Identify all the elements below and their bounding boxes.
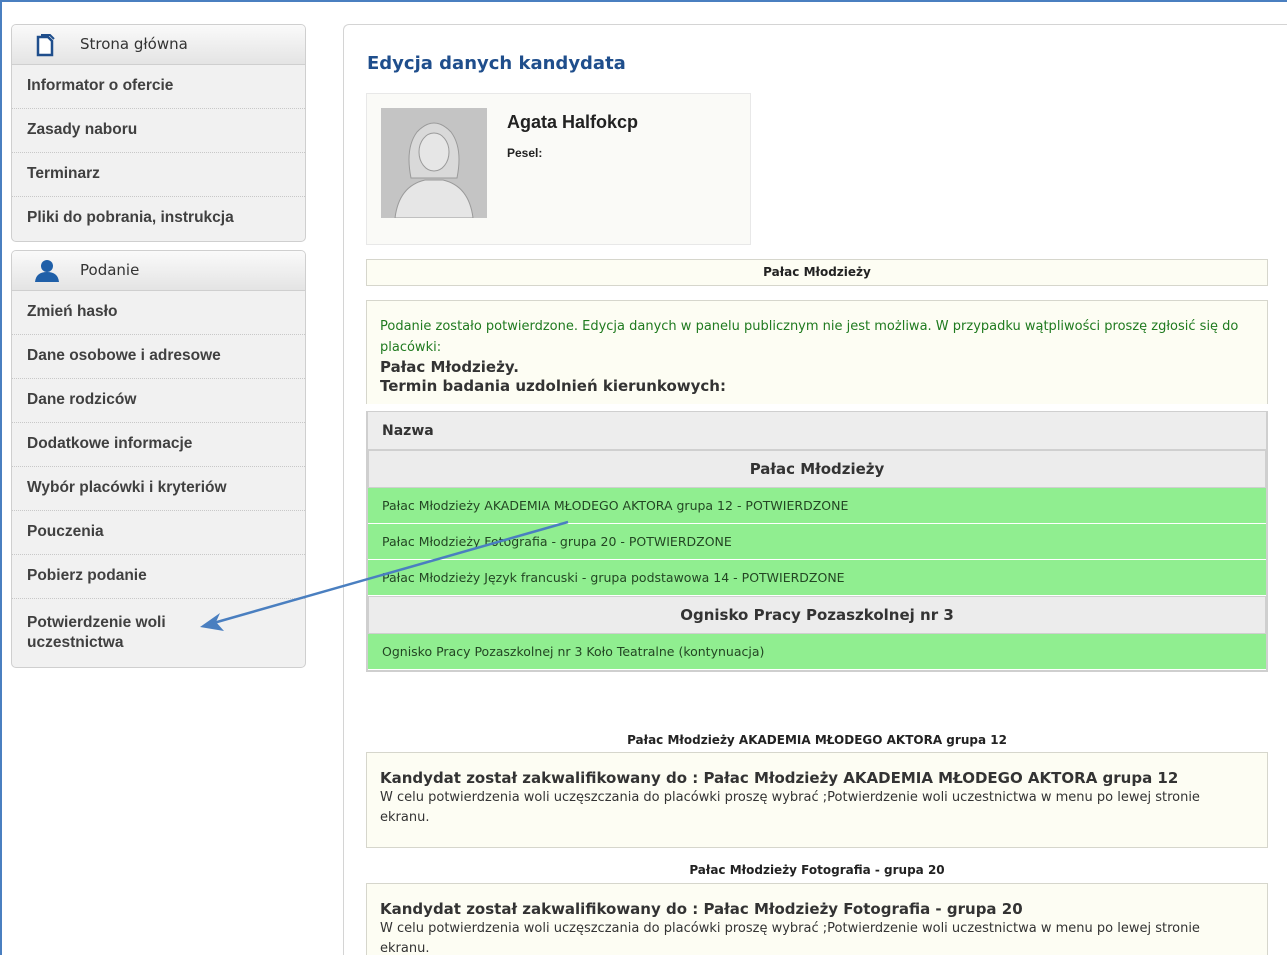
menu-item-terminarz[interactable]: Terminarz <box>12 153 305 197</box>
menu-item-dane-osobowe[interactable]: Dane osobowe i adresowe <box>12 335 305 379</box>
qualification-text: W celu potwierdzenia woli uczęszczania d… <box>380 790 1200 825</box>
table-group-header: Pałac Młodzieży <box>368 450 1266 488</box>
page-title: Edycja danych kandydata <box>367 53 626 74</box>
menu-item-informator[interactable]: Informator o ofercie <box>12 65 305 109</box>
table-row: Pałac Młodzieży Fotografia - grupa 20 - … <box>368 524 1266 560</box>
main-panel: Edycja danych kandydata Agata Halfokcp P… <box>343 24 1287 955</box>
application-menu: Podanie Zmień hasło Dane osobowe i adres… <box>11 250 306 668</box>
qualification-text: W celu potwierdzenia woli uczęszczania d… <box>380 921 1200 955</box>
candidate-name: Agata Halfokcp <box>507 112 639 132</box>
table-row: Pałac Młodzieży AKADEMIA MŁODEGO AKTORA … <box>368 488 1266 524</box>
choices-table: Nazwa Pałac Młodzieży Pałac Młodzieży AK… <box>366 411 1268 672</box>
menu-item-dane-rodzicow[interactable]: Dane rodziców <box>12 379 305 423</box>
qualification-block: Kandydat został zakwalifikowany do : Pał… <box>366 752 1268 848</box>
candidate-card: Agata Halfokcp Pesel: <box>366 93 751 245</box>
menu-item-zasady[interactable]: Zasady naboru <box>12 109 305 153</box>
application-label: Podanie <box>80 261 140 279</box>
qualification-title: Pałac Młodzieży AKADEMIA MŁODEGO AKTORA … <box>627 733 1007 747</box>
qualification-title: Pałac Młodzieży Fotografia - grupa 20 <box>689 863 945 877</box>
menu-item-wybor-placowki[interactable]: Wybór placówki i kryteriów <box>12 467 305 511</box>
qualification-heading: Kandydat został zakwalifikowany do : Pał… <box>380 769 1179 787</box>
home-header[interactable]: Strona główna <box>12 25 305 65</box>
application-header[interactable]: Podanie <box>12 251 305 291</box>
avatar <box>381 108 487 218</box>
menu-item-dodatkowe[interactable]: Dodatkowe informacje <box>12 423 305 467</box>
qualification-heading: Kandydat został zakwalifikowany do : Pał… <box>380 900 1023 918</box>
table-header: Nazwa <box>368 412 1266 450</box>
notice-exam-term: Termin badania uzdolnień kierunkowych: <box>380 377 726 395</box>
menu-item-pouczenia[interactable]: Pouczenia <box>12 511 305 555</box>
home-label: Strona główna <box>80 35 188 53</box>
menu-item-pobierz[interactable]: Pobierz podanie <box>12 555 305 599</box>
school-bar: Pałac Młodzieży <box>366 259 1268 286</box>
sidebar-menu: Strona główna Informator o ofercie Zasad… <box>11 24 306 668</box>
menu-item-pliki[interactable]: Pliki do pobrania, instrukcja <box>12 197 305 241</box>
qualification-block: Kandydat został zakwalifikowany do : Pał… <box>366 883 1268 955</box>
table-row: Pałac Młodzieży Język francuski - grupa … <box>368 560 1266 596</box>
notice-school: Pałac Młodzieży. <box>380 358 519 376</box>
notice-text: Podanie zostało potwierdzone. Edycja dan… <box>380 319 1239 355</box>
confirmation-notice: Podanie zostało potwierdzone. Edycja dan… <box>366 300 1268 404</box>
table-group-header: Ognisko Pracy Pozaszkolnej nr 3 <box>368 596 1266 634</box>
pesel-label: Pesel: <box>507 146 543 160</box>
info-menu: Strona główna Informator o ofercie Zasad… <box>11 24 306 242</box>
user-icon <box>34 259 60 287</box>
table-row: Ognisko Pracy Pozaszkolnej nr 3 Koło Tea… <box>368 634 1266 670</box>
menu-item-zmien-haslo[interactable]: Zmień hasło <box>12 291 305 335</box>
document-icon <box>34 33 56 61</box>
menu-item-potwierdzenie[interactable]: Potwierdzenie woli uczestnictwa <box>12 599 232 667</box>
